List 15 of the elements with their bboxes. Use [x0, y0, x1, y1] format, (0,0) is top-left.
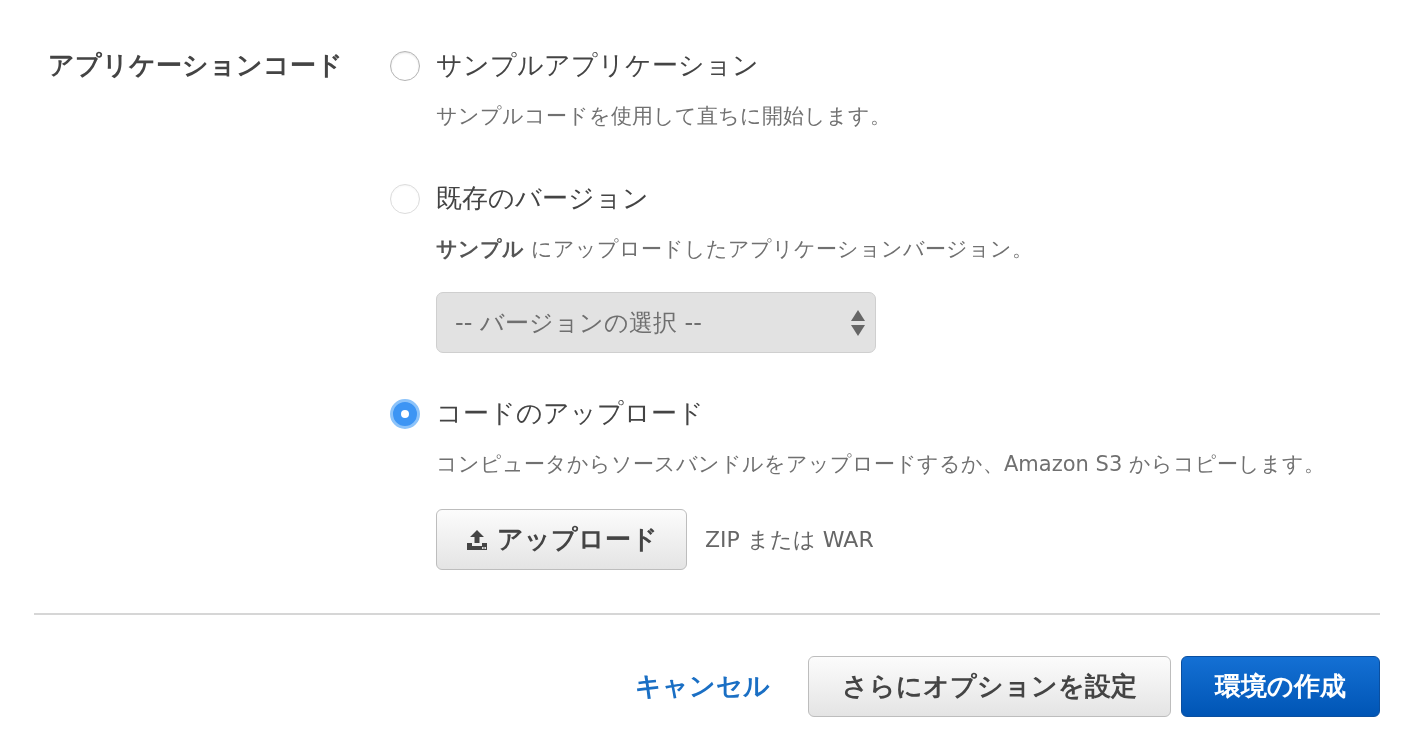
create-button[interactable]: 環境の作成	[1181, 656, 1380, 717]
cancel-link[interactable]: キャンセル	[635, 669, 770, 704]
radio-button[interactable]	[390, 51, 420, 81]
option-description: コンピュータからソースバンドルをアップロードするか、Amazon S3 からコピーします。	[436, 451, 1325, 478]
option-label[interactable]: コードのアップロード	[436, 395, 704, 431]
option-label[interactable]: サンプルアプリケーション	[436, 47, 759, 83]
options-button[interactable]: さらにオプションを設定	[808, 656, 1171, 717]
option-description: サンプル にアップロードしたアプリケーションバージョン。	[436, 236, 1033, 263]
radio-button[interactable]	[390, 399, 420, 429]
upload-button[interactable]: アップロード	[436, 509, 687, 570]
upload-icon	[465, 527, 489, 552]
up-down-caret-icon	[851, 309, 865, 336]
field-label: アプリケーションコード	[48, 49, 343, 82]
option-description: サンプルコードを使用して直ちに開始します。	[436, 103, 891, 130]
file-type-hint: ZIP または WAR	[705, 525, 874, 554]
